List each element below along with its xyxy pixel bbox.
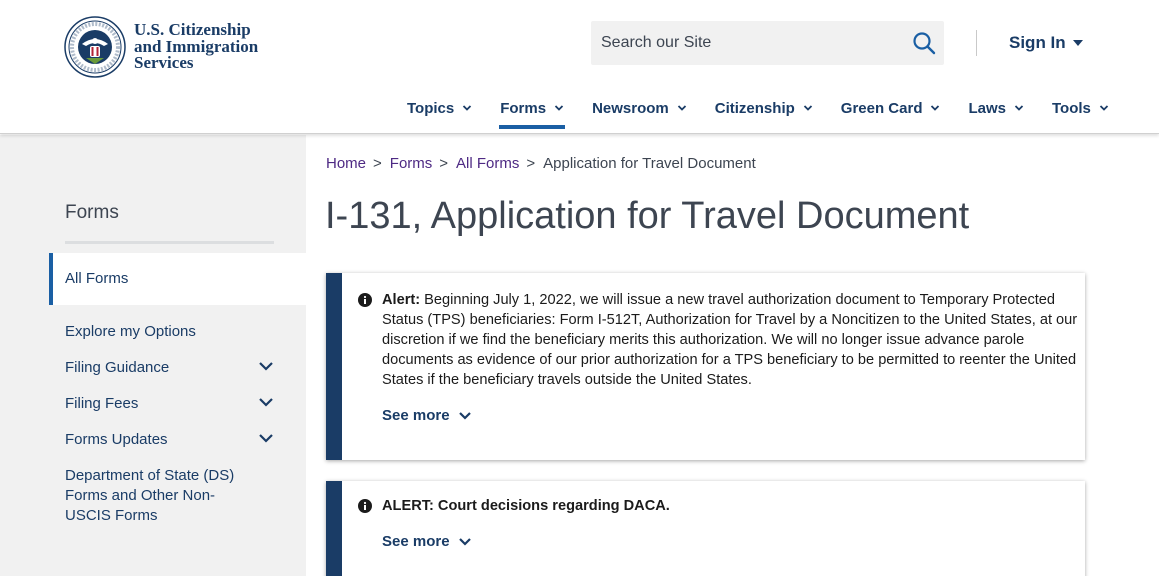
breadcrumb-separator: >	[439, 155, 449, 172]
nav-tools[interactable]: Tools	[1052, 98, 1109, 118]
chevron-down-icon	[931, 105, 940, 111]
chevron-down-icon[interactable]	[258, 361, 274, 371]
chevron-down-icon	[1099, 105, 1109, 111]
breadcrumb-current: Application for Travel Document	[543, 155, 756, 172]
nav-label: Newsroom	[592, 99, 669, 117]
nav-label: Green Card	[840, 99, 923, 117]
sidebar-item-filing-guidance[interactable]: Filing Guidance	[65, 358, 255, 378]
chevron-down-icon	[463, 105, 472, 111]
header-divider	[976, 30, 977, 56]
chevron-down-icon	[677, 105, 686, 111]
main-navigation: Topics Forms Newsroom Citizenship Green …	[407, 98, 1137, 129]
chevron-down-icon	[458, 411, 471, 420]
chevron-down-icon[interactable]	[258, 397, 274, 407]
sidebar-item-label: All Forms	[65, 270, 129, 287]
sidebar-item-forms-updates[interactable]: Forms Updates	[65, 430, 255, 450]
sidebar-item-all-forms[interactable]: All Forms	[49, 253, 306, 305]
site-search	[591, 21, 944, 65]
nav-newsroom[interactable]: Newsroom	[592, 98, 687, 118]
see-more-label: See more	[382, 407, 450, 424]
search-icon[interactable]	[912, 31, 936, 55]
breadcrumb-forms[interactable]: Forms	[390, 155, 433, 172]
breadcrumb-home[interactable]: Home	[326, 155, 366, 172]
nav-forms[interactable]: Forms	[499, 98, 565, 129]
alert-box: Alert: Beginning July 1, 2022, we will i…	[326, 273, 1085, 460]
agency-name-line3: Services	[134, 53, 194, 72]
nav-label: Forms	[500, 99, 547, 117]
nav-topics[interactable]: Topics	[407, 98, 472, 118]
sidebar-navigation: Forms All Forms Explore my Options Filin…	[0, 135, 306, 576]
sidebar-divider	[65, 241, 274, 244]
sidebar-item-filing-fees[interactable]: Filing Fees	[65, 394, 255, 414]
sign-in-label: Sign In	[1009, 33, 1066, 52]
nav-citizenship[interactable]: Citizenship	[715, 98, 813, 118]
info-circle-icon	[358, 499, 372, 513]
nav-label: Citizenship	[714, 99, 795, 117]
chevron-down-icon	[1014, 105, 1024, 111]
dhs-seal-logo	[64, 16, 126, 78]
sign-in-button[interactable]: Sign In	[1009, 33, 1083, 53]
alert-message: ALERT: Court decisions regarding DACA.	[382, 496, 1082, 516]
alert-label: ALERT: Court decisions regarding DACA.	[382, 498, 670, 514]
breadcrumb-all-forms[interactable]: All Forms	[456, 155, 519, 172]
see-more-label: See more	[382, 533, 450, 550]
uscis-logo-link[interactable]: U.S. Citizenship and Immigration Service…	[64, 16, 258, 78]
alert-message: Alert: Beginning July 1, 2022, we will i…	[382, 290, 1082, 390]
nav-label: Topics	[407, 99, 455, 117]
caret-down-icon	[1072, 40, 1083, 46]
sidebar-title: Forms	[65, 202, 119, 223]
breadcrumb: Home > Forms > All Forms > Application f…	[326, 155, 756, 172]
see-more-button[interactable]: See more	[382, 407, 472, 424]
sidebar-item-ds-forms[interactable]: Department of State (DS) Forms and Other…	[65, 466, 245, 526]
nav-label: Laws	[968, 99, 1006, 117]
breadcrumb-separator: >	[373, 155, 382, 172]
page-title: I-131, Application for Travel Document	[325, 195, 970, 237]
info-circle-icon	[358, 293, 372, 307]
nav-green-card[interactable]: Green Card	[841, 98, 941, 118]
chevron-down-icon	[803, 105, 812, 111]
chevron-down-icon	[554, 105, 564, 111]
sidebar-item-explore-options[interactable]: Explore my Options	[65, 322, 255, 342]
chevron-down-icon	[458, 537, 471, 546]
alert-text: Beginning July 1, 2022, we will issue a …	[382, 292, 1078, 388]
nav-label: Tools	[1052, 99, 1091, 117]
alert-label: Alert:	[382, 292, 421, 308]
breadcrumb-separator: >	[526, 155, 536, 172]
see-more-button[interactable]: See more	[382, 533, 472, 550]
alert-box: ALERT: Court decisions regarding DACA. S…	[326, 481, 1085, 576]
search-input[interactable]	[601, 21, 901, 65]
nav-laws[interactable]: Laws	[968, 98, 1024, 118]
site-header: U.S. Citizenship and Immigration Service…	[0, 0, 1159, 134]
chevron-down-icon[interactable]	[258, 433, 274, 443]
agency-name: U.S. Citizenship and Immigration Service…	[134, 21, 258, 72]
